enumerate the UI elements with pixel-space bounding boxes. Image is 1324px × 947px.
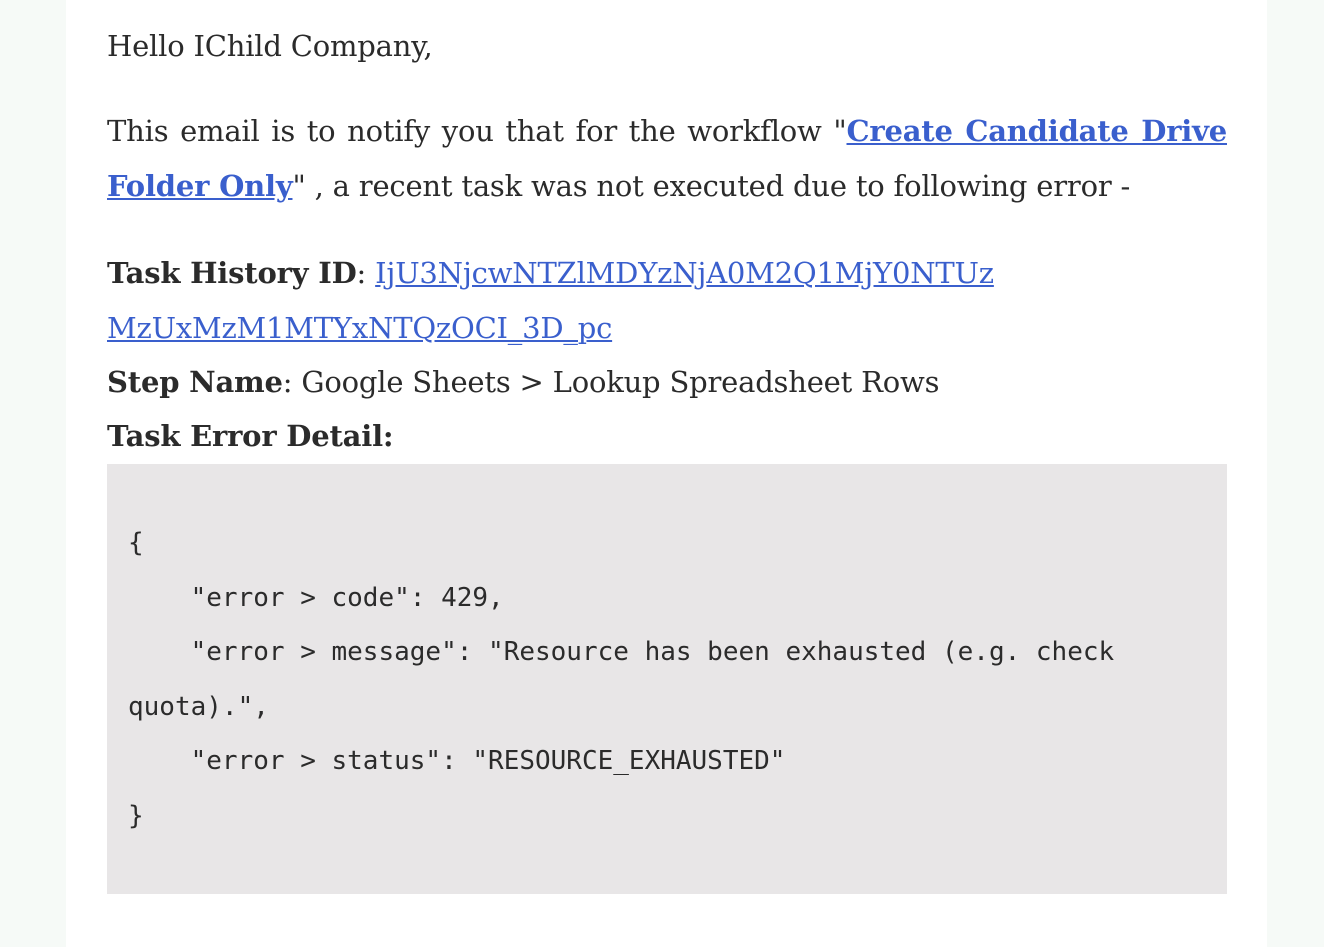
email-page: Hello IChild Company, This email is to n… (66, 0, 1267, 947)
step-name-row: Step Name: Google Sheets > Lookup Spread… (107, 360, 940, 404)
greeting-text: Hello IChild Company, (107, 29, 433, 63)
task-error-detail-label: Task Error Detail: (107, 419, 394, 453)
notice-suffix: " , a recent task was not executed due t… (292, 169, 1131, 203)
error-detail-json: { "error > code": 429, "error > message"… (128, 528, 1115, 831)
step-name-separator: : (282, 365, 302, 399)
task-history-row: Task History ID: IjU3NjcwNTZlMDYzNjA0M2Q… (107, 246, 1007, 356)
step-name-value: Google Sheets > Lookup Spreadsheet Rows (301, 365, 940, 399)
error-detail-code-block: { "error > code": 429, "error > message"… (107, 464, 1227, 894)
task-history-label: Task History ID (107, 256, 357, 290)
notice-paragraph: This email is to notify you that for the… (107, 104, 1227, 214)
step-name-label: Step Name (107, 365, 283, 399)
task-history-separator: : (356, 256, 376, 290)
notice-prefix: This email is to notify you that for the… (107, 114, 847, 148)
